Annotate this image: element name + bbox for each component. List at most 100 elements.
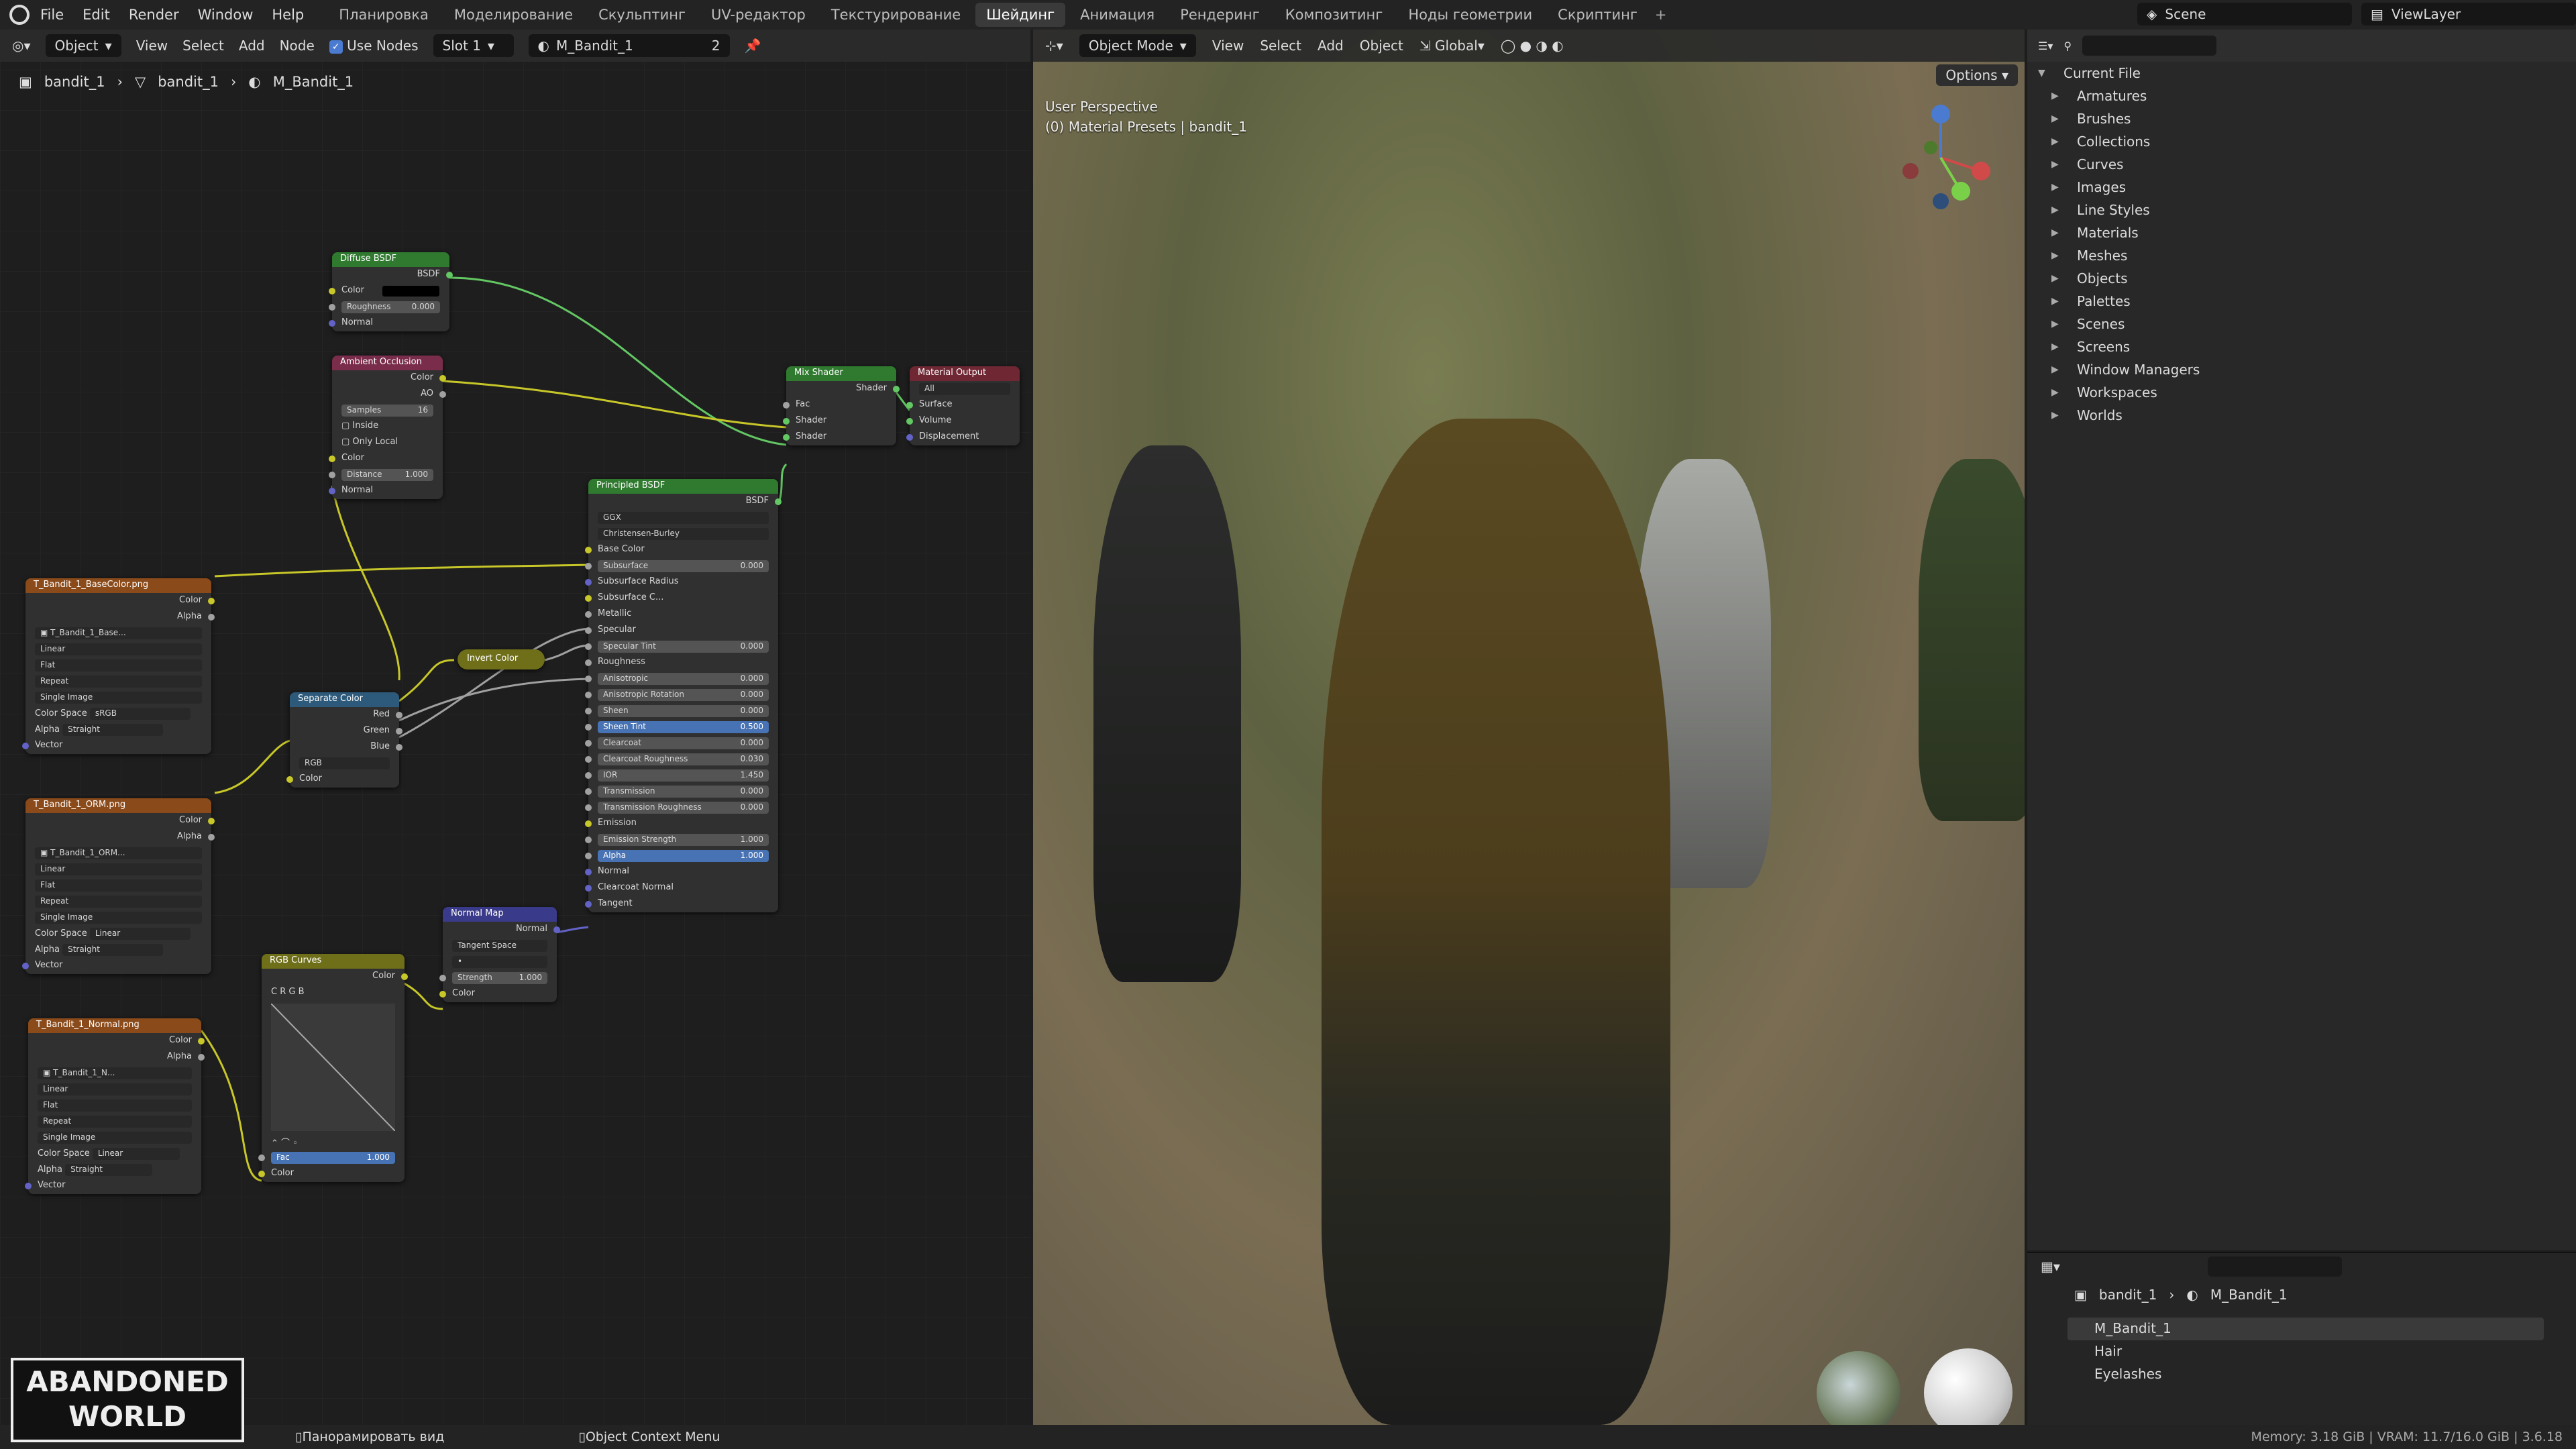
outliner-item[interactable]: ▶ Meshes [2027,244,2576,267]
alpha-dropdown[interactable]: Straight [62,724,164,736]
properties-search-input[interactable] [2207,1256,2342,1277]
material-slot[interactable]: Eyelashes [2068,1363,2544,1386]
chevron-right-icon[interactable]: ▶ [2051,159,2065,170]
blender-logo-icon[interactable] [9,5,30,25]
chevron-right-icon[interactable]: ▶ [2051,182,2065,193]
socket-dot[interactable] [258,1171,265,1177]
tab-uv-editing[interactable]: UV-редактор [700,3,816,27]
node-diffuse-bsdf[interactable]: Diffuse BSDF BSDF Color Roughness 0.000 N… [329,252,453,331]
principled-input[interactable]: Specular [585,623,778,639]
socket-color[interactable]: Color [329,283,449,299]
socket-color-out[interactable]: Color [332,370,446,386]
tab-texture-paint[interactable]: Текстурирование [820,3,971,27]
principled-input[interactable]: Roughness [585,655,778,671]
color-space-dropdown[interactable]: Linear [89,928,191,940]
principled-input[interactable]: Tangent [585,896,778,912]
source-dropdown[interactable]: Single Image [35,692,202,704]
socket-dot[interactable] [783,418,790,425]
socket-dot[interactable] [585,563,592,570]
socket-dot[interactable] [446,272,453,278]
outliner-item[interactable]: ▶ Screens [2027,335,2576,358]
value-field[interactable]: Emission Strength 1.000 [598,834,769,846]
menu-add[interactable]: Add [1318,38,1344,54]
projection-dropdown[interactable]: Flat [38,1099,192,1112]
view-layer-field[interactable]: ▤ ViewLayer [2361,3,2576,25]
node-material-output[interactable]: Material Output All Surface Volume Displ… [906,366,1020,445]
principled-input[interactable]: Specular Tint 0.000 [585,639,778,655]
channel-buttons[interactable]: C R G B [271,987,305,997]
value-field[interactable]: Anisotropic Rotation 0.000 [598,689,769,701]
tab-scripting[interactable]: Скриптинг [1547,3,1648,27]
socket-dot[interactable] [198,1054,205,1061]
node-separate-color[interactable]: Separate Color Red Green Blue RGB Color [286,692,402,788]
socket-fac[interactable]: Fac [783,397,896,413]
socket-dot[interactable] [585,547,592,553]
socket-dot[interactable] [585,820,592,827]
projection-dropdown[interactable]: Flat [35,659,202,672]
socket-dot[interactable] [585,708,592,714]
socket-dot[interactable] [329,472,335,478]
principled-input[interactable]: Transmission Roughness 0.000 [585,800,778,816]
menu-render[interactable]: Render [129,7,179,23]
node-mix-shader[interactable]: Mix Shader Shader Fac Shader Shader [783,366,900,445]
socket-surface[interactable]: Surface [906,397,1020,413]
target-dropdown[interactable]: All [919,383,1010,395]
socket-dot[interactable] [329,304,335,311]
socket-dot[interactable] [585,579,592,586]
tab-geometry-nodes[interactable]: Ноды геометрии [1397,3,1543,27]
chevron-right-icon[interactable]: ▶ [2051,250,2065,261]
value-field[interactable]: Sheen Tint 0.500 [598,721,769,733]
node-image-basecolor[interactable]: T_Bandit_1_BaseColor.png Color Alpha ▣ T… [22,578,215,754]
socket-ao-out[interactable]: AO [332,386,446,402]
outliner-item[interactable]: ▶ Armatures [2027,85,2576,107]
socket-dot[interactable] [396,712,402,718]
chevron-right-icon[interactable]: ▶ [2051,273,2065,284]
roughness-field[interactable]: Roughness 0.000 [341,301,440,313]
socket-normal[interactable]: Normal [329,315,449,331]
socket-dot[interactable] [329,320,335,327]
socket-dot[interactable] [585,756,592,763]
socket-dot[interactable] [208,614,215,621]
socket-dot[interactable] [329,288,335,294]
socket-dot[interactable] [585,724,592,731]
tab-compositing[interactable]: Композитинг [1275,3,1394,27]
socket-dot[interactable] [208,598,215,604]
chevron-right-icon[interactable]: ▶ [2051,341,2065,352]
tab-shading[interactable]: Шейдинг [975,3,1066,27]
socket-dot[interactable] [585,595,592,602]
tab-layout[interactable]: Планировка [328,3,439,27]
socket-displacement[interactable]: Displacement [906,429,1020,445]
source-dropdown[interactable]: Single Image [35,912,202,924]
socket-color-in[interactable]: Color [258,1166,405,1182]
chevron-right-icon[interactable]: ▶ [2051,319,2065,329]
socket-dot[interactable] [775,498,782,505]
outliner-item[interactable]: ▶ Brushes [2027,107,2576,130]
socket-dot[interactable] [783,434,790,441]
interpolation-dropdown[interactable]: Linear [35,863,202,875]
socket-dot[interactable] [401,973,408,980]
curve-tool-icons[interactable]: ⌃ ⌒ ◦ [271,1138,298,1148]
value-field[interactable]: Transmission Roughness 0.000 [598,802,769,814]
tab-rendering[interactable]: Рендеринг [1169,3,1271,27]
socket-dot[interactable] [258,1155,265,1161]
socket-dot[interactable] [585,772,592,779]
value-field[interactable]: Specular Tint 0.000 [598,641,769,653]
socket-shader-1[interactable]: Shader [783,413,896,429]
projection-dropdown[interactable]: Flat [35,879,202,892]
outliner-item[interactable]: ▶ Images [2027,176,2576,199]
socket-color-out[interactable]: Color [25,593,215,609]
strength-field[interactable]: Strength 1.000 [452,972,547,984]
socket-dot[interactable] [783,402,790,409]
principled-input[interactable]: Normal [585,864,778,880]
color-swatch[interactable] [382,286,439,297]
color-space-dropdown[interactable]: Linear [92,1148,180,1160]
principled-input[interactable]: Subsurface C... [585,590,778,606]
socket-blue[interactable]: Blue [290,739,402,755]
socket-red[interactable]: Red [290,707,402,723]
socket-vector[interactable]: Vector [22,738,211,754]
socket-dot[interactable] [25,1183,32,1189]
chevron-right-icon[interactable]: ▶ [2051,205,2065,215]
menu-window[interactable]: Window [198,7,254,23]
principled-input[interactable]: Sheen 0.000 [585,703,778,719]
extension-dropdown[interactable]: Repeat [38,1116,192,1128]
